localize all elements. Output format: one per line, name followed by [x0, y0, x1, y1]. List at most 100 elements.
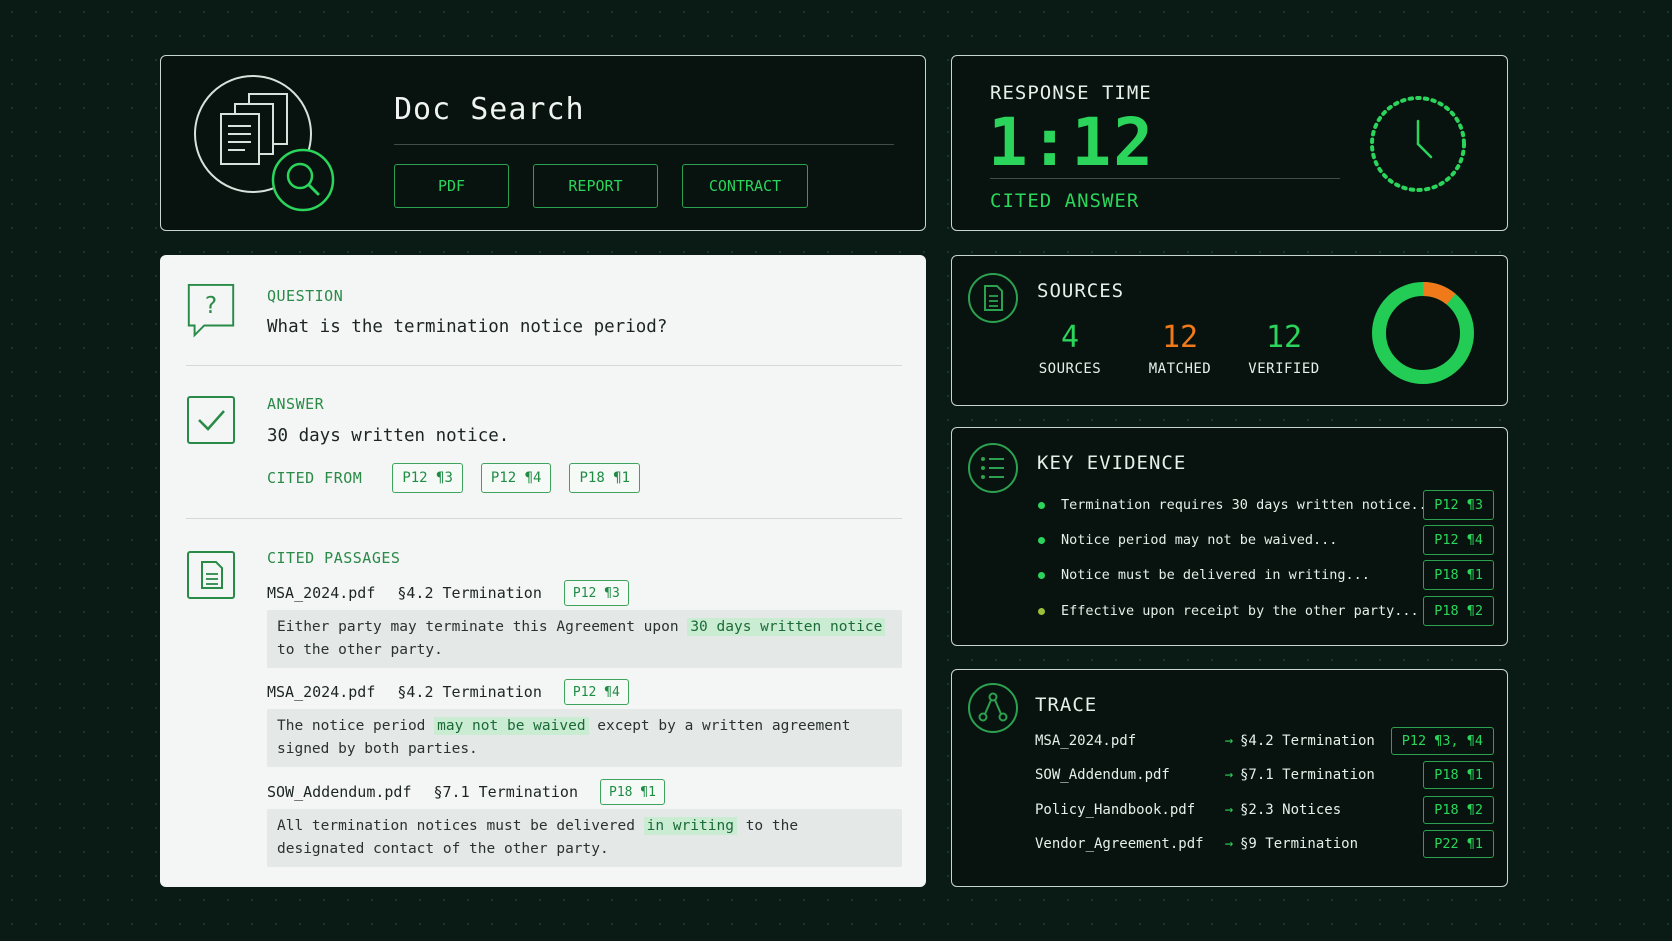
trace-section: §2.3 Notices [1240, 802, 1342, 818]
passage-highlight: in writing [643, 817, 737, 835]
evidence-item[interactable]: Notice period may not be waived... P12 ¶… [1038, 524, 1494, 556]
trace-file: Policy_Handbook.pdf [1035, 802, 1196, 818]
section-divider [186, 518, 902, 519]
document-icon [187, 551, 235, 599]
key-evidence-title: KEY EVIDENCE [1037, 452, 1187, 474]
citation-chip[interactable]: P12 ¶3 [392, 463, 463, 493]
evidence-citation-chip[interactable]: P12 ¶3 [1423, 490, 1494, 520]
donut-green-arc [1372, 282, 1474, 384]
evidence-citation-chip[interactable]: P18 ¶2 [1423, 596, 1494, 626]
response-divider [990, 178, 1340, 179]
stat-matched: 12 MATCHED [1130, 320, 1230, 377]
passage-excerpt: All termination notices must be delivere… [267, 809, 902, 867]
trace-section: §4.2 Termination [1240, 733, 1375, 749]
answer-text: 30 days written notice. [267, 426, 510, 446]
passage-file[interactable]: SOW_Addendum.pdf [267, 783, 412, 801]
bullet-dot [1038, 607, 1045, 615]
filter-pdf-button[interactable]: PDF [394, 164, 509, 208]
passage-text: All termination notices must be delivere… [277, 818, 644, 834]
trace-file: MSA_2024.pdf [1035, 733, 1137, 749]
stat-value: 4 [1060, 320, 1080, 355]
passage-section: §4.2 Termination [397, 683, 542, 701]
passage-highlight: may not be waived [434, 717, 589, 735]
checkmark-icon [187, 396, 235, 444]
bullet-dot [1038, 536, 1045, 544]
evidence-citation-chip[interactable]: P12 ¶4 [1423, 525, 1494, 555]
trace-citation-chip[interactable]: P22 ¶1 [1423, 830, 1494, 858]
question-label: QUESTION [267, 287, 344, 305]
documents-search-icon [194, 75, 335, 212]
title-divider [394, 144, 894, 145]
bullet-dot [1038, 501, 1045, 509]
network-icon [968, 683, 1018, 733]
trace-section: §9 Termination [1240, 836, 1359, 852]
passage-text: to the other party. [277, 642, 443, 658]
key-evidence-panel: KEY EVIDENCE Termination requires 30 day… [951, 427, 1508, 646]
evidence-item[interactable]: Notice must be delivered in writing... P… [1038, 559, 1494, 591]
answer-label: ANSWER [267, 395, 325, 413]
stat-label: MATCHED [1148, 361, 1212, 377]
trace-citation-chip[interactable]: P12 ¶3, ¶4 [1390, 727, 1494, 755]
trace-row[interactable]: Vendor_Agreement.pdf → §9 Termination P2… [1035, 829, 1494, 859]
clock-icon [1370, 96, 1466, 192]
cited-from-label: CITED FROM [267, 469, 363, 487]
stat-label: SOURCES [1038, 361, 1102, 377]
question-text: What is the termination notice period? [267, 317, 668, 337]
passage-citation-chip[interactable]: P12 ¶3 [563, 580, 629, 606]
evidence-item[interactable]: Termination requires 30 days written not… [1038, 489, 1494, 521]
sources-panel: SOURCES 4 SOURCES 12 MATCHED 12 VERIFIED [951, 255, 1508, 406]
cited-from-row: CITED FROM P12 ¶3 P12 ¶4 P18 ¶1 [267, 463, 641, 493]
trace-file: Vendor_Agreement.pdf [1035, 836, 1204, 852]
response-time-panel: RESPONSE TIME 1:12 CITED ANSWER [951, 55, 1508, 231]
trace-citation-chip[interactable]: P18 ¶2 [1423, 796, 1494, 824]
trace-row[interactable]: MSA_2024.pdf → §4.2 Termination P12 ¶3, … [1035, 726, 1494, 756]
sources-donut-chart [1372, 282, 1474, 384]
trace-row[interactable]: Policy_Handbook.pdf → §2.3 Notices P18 ¶… [1035, 795, 1494, 825]
arrow-right-icon: → [1224, 836, 1234, 852]
passage-file[interactable]: MSA_2024.pdf [267, 584, 375, 602]
citation-chip[interactable]: P18 ¶1 [569, 463, 641, 493]
passage-citation-chip[interactable]: P18 ¶1 [600, 779, 665, 805]
evidence-text: Effective upon receipt by the other part… [1061, 603, 1419, 619]
passage-citation-chip[interactable]: P12 ¶4 [563, 679, 629, 705]
evidence-text: Termination requires 30 days written not… [1061, 497, 1424, 513]
passage-excerpt: The notice period may not be waived exce… [267, 709, 902, 767]
passage-highlight: 30 days written notice [687, 618, 886, 636]
app-title: Doc Search [394, 92, 585, 127]
passage-section: §7.1 Termination [433, 783, 579, 801]
question-bubble-icon: ? [187, 283, 235, 338]
passage-header: MSA_2024.pdf §4.2 Termination P12 ¶3 [267, 580, 629, 606]
passage-header: MSA_2024.pdf §4.2 Termination P12 ¶4 [267, 679, 629, 705]
trace-citation-chip[interactable]: P18 ¶1 [1423, 761, 1494, 789]
cited-passages-label: CITED PASSAGES [267, 549, 401, 567]
bullet-dot [1038, 571, 1045, 579]
passage-file[interactable]: MSA_2024.pdf [267, 683, 375, 701]
list-icon [968, 443, 1018, 493]
sources-title: SOURCES [1037, 280, 1125, 302]
evidence-citation-chip[interactable]: P18 ¶1 [1423, 560, 1494, 590]
trace-section: §7.1 Termination [1240, 767, 1375, 783]
evidence-text: Notice must be delivered in writing... [1061, 567, 1370, 583]
trace-title: TRACE [1035, 694, 1098, 716]
filter-report-button[interactable]: REPORT [533, 164, 658, 208]
svg-text:?: ? [205, 292, 217, 319]
citation-chip[interactable]: P12 ¶4 [480, 463, 552, 493]
app-header-panel: Doc Search PDF REPORT CONTRACT [160, 55, 926, 231]
filter-group: PDF REPORT CONTRACT [394, 164, 808, 208]
stat-value: 12 [1265, 320, 1303, 355]
trace-panel: TRACE MSA_2024.pdf → §4.2 Termination P1… [951, 669, 1508, 887]
stat-verified: 12 VERIFIED [1234, 320, 1334, 377]
stat-label: VERIFIED [1248, 361, 1320, 377]
evidence-item[interactable]: Effective upon receipt by the other part… [1038, 595, 1494, 627]
stat-sources: 4 SOURCES [1020, 320, 1120, 377]
filter-contract-button[interactable]: CONTRACT [682, 164, 808, 208]
qa-panel: ? QUESTION What is the termination notic… [160, 255, 926, 887]
document-circle-icon [968, 273, 1018, 323]
arrow-right-icon: → [1224, 767, 1234, 783]
trace-file: SOW_Addendum.pdf [1035, 767, 1170, 783]
trace-row[interactable]: SOW_Addendum.pdf → §7.1 Termination P18 … [1035, 760, 1494, 790]
passage-text: The notice period [277, 718, 435, 734]
passage-header: SOW_Addendum.pdf §7.1 Termination P18 ¶1 [267, 779, 665, 805]
passage-section: §4.2 Termination [397, 584, 542, 602]
evidence-text: Notice period may not be waived... [1061, 532, 1338, 548]
